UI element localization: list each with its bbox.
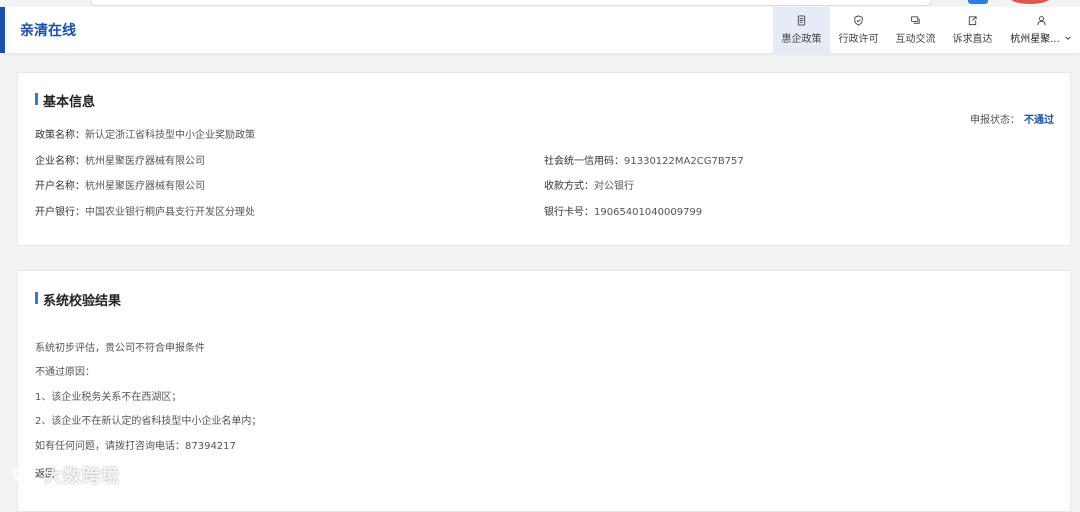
field-value: 杭州星聚医疗器械有限公司 xyxy=(85,156,205,167)
nav-item-policy[interactable]: 惠企政策 xyxy=(773,7,830,53)
application-status: 申报状态： 不通过 xyxy=(970,111,1054,126)
header-accent-bar xyxy=(0,7,5,53)
field-label: 开户银行： xyxy=(35,207,85,218)
field-label: 银行卡号： xyxy=(544,207,594,218)
field-value: 对公银行 xyxy=(594,181,634,192)
nav-label: 惠企政策 xyxy=(781,34,822,45)
user-menu[interactable]: 杭州星聚... xyxy=(1001,7,1080,53)
field-value: 19065401040009799 xyxy=(594,207,703,218)
status-label: 申报状态： xyxy=(970,115,1020,126)
field-value: 中国农业银行桐庐县支行开发区分理处 xyxy=(85,207,255,218)
chevron-down-icon xyxy=(1065,35,1071,40)
nav-label: 诉求直达 xyxy=(952,34,993,45)
company-name-field: 企业名称：杭州星聚医疗器械有限公司 xyxy=(35,152,205,167)
field-label: 开户名称： xyxy=(35,181,85,192)
verification-card: 系统校验结果 系统初步评估，贵公司不符合申报条件 不通过原因： 1、该企业税务关… xyxy=(17,270,1071,512)
status-badge: 不通过 xyxy=(1024,115,1054,126)
account-name-field: 开户名称：杭州星聚医疗器械有限公司 xyxy=(35,177,205,192)
result-line: 1、该企业税务关系不在西湖区； xyxy=(35,392,182,403)
nav-item-interaction[interactable]: 互动交流 xyxy=(887,7,944,53)
bank-field: 开户银行：中国农业银行桐庐县支行开发区分理处 xyxy=(35,203,255,218)
field-label: 社会统一信用码： xyxy=(544,156,624,167)
user-icon xyxy=(1036,16,1046,26)
credit-code-field: 社会统一信用码：91330122MA2CG7B757 xyxy=(544,152,744,167)
field-label: 政策名称： xyxy=(35,130,85,141)
field-label: 企业名称： xyxy=(35,156,85,167)
card-number-field: 银行卡号：19065401040009799 xyxy=(544,203,702,218)
address-bar[interactable] xyxy=(90,0,932,6)
field-value: 91330122MA2CG7B757 xyxy=(624,156,744,167)
result-line: 不通过原因： xyxy=(35,367,95,378)
new-badge xyxy=(968,0,988,4)
app-title: 亲清在线 xyxy=(20,23,76,39)
shield-check-icon xyxy=(854,15,863,26)
export-icon xyxy=(968,16,977,26)
policy-name-field: 政策名称：新认定浙江省科技型中小企业奖励政策 xyxy=(35,126,255,141)
nav-label: 行政许可 xyxy=(838,34,879,45)
browser-avatar[interactable] xyxy=(1010,0,1050,4)
result-line: 系统初步评估，贵公司不符合申报条件 xyxy=(35,343,205,354)
app-header: 亲清在线 惠企政策 行政许可 互动交流 诉求直达 杭州星聚... xyxy=(0,7,1080,54)
verification-title: 系统校验结果 xyxy=(35,290,121,309)
field-value: 杭州星聚医疗器械有限公司 xyxy=(85,181,205,192)
chat-icon xyxy=(910,16,920,24)
nav-label: 互动交流 xyxy=(895,34,936,45)
browser-top-strip xyxy=(0,0,1080,7)
watermark-text: 大数跨境 xyxy=(44,466,120,487)
document-icon xyxy=(797,15,806,26)
watermark-logo-icon xyxy=(12,465,36,483)
field-label: 收款方式： xyxy=(544,181,594,192)
payment-method-field: 收款方式：对公银行 xyxy=(544,177,634,192)
basic-info-title: 基本信息 xyxy=(35,91,95,110)
nav-item-appeal[interactable]: 诉求直达 xyxy=(944,7,1001,53)
basic-info-card: 基本信息 申报状态： 不通过 政策名称：新认定浙江省科技型中小企业奖励政策 企业名… xyxy=(17,72,1071,246)
watermark: 大数跨境 xyxy=(10,462,120,488)
result-line: 如有任何问题，请拨打咨询电话：87394217 xyxy=(35,441,236,452)
user-name: 杭州星聚... xyxy=(1010,34,1060,45)
field-value: 新认定浙江省科技型中小企业奖励政策 xyxy=(85,130,255,141)
top-nav: 惠企政策 行政许可 互动交流 诉求直达 杭州星聚... xyxy=(773,7,1080,53)
nav-item-license[interactable]: 行政许可 xyxy=(830,7,887,53)
result-line: 2、该企业不在新认定的省科技型中小企业名单内； xyxy=(35,416,262,427)
